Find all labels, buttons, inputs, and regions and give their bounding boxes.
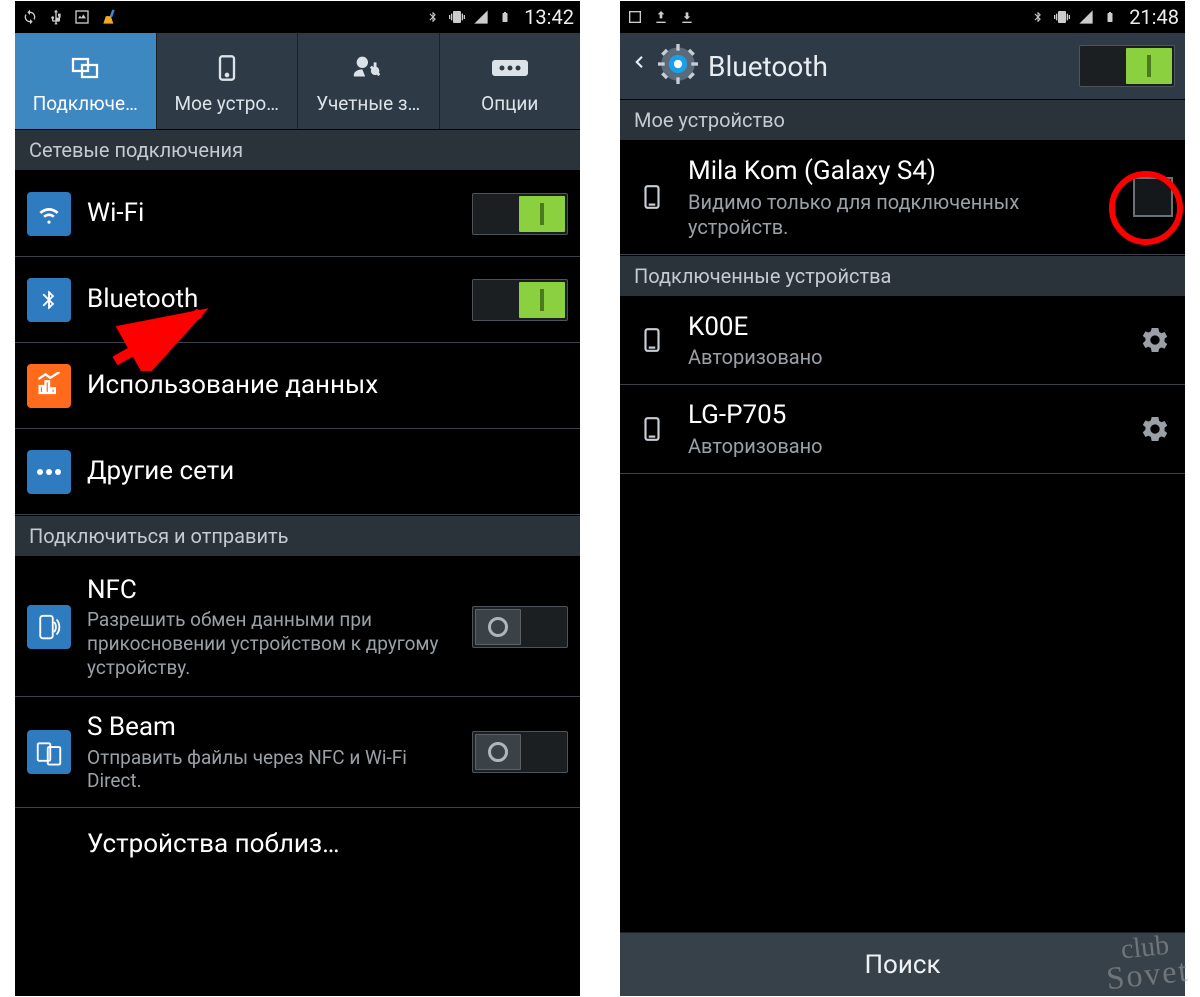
row-nfc[interactable]: NFC Разрешить обмен данными при прикосно… — [15, 557, 580, 697]
row-sbeam[interactable]: S Beam Отправить файлы через NFC и Wi-Fi… — [15, 697, 580, 808]
settings-tabs: Подключе… Мое устро… Учетные з… Опции — [15, 33, 580, 129]
bluetooth-status-icon — [424, 8, 442, 26]
download-icon — [678, 8, 696, 26]
vibrate-icon — [448, 8, 466, 26]
visibility-checkbox[interactable] — [1133, 177, 1173, 217]
back-button[interactable] — [630, 46, 648, 86]
row-title: NFC — [87, 574, 462, 607]
row-my-device[interactable]: Mila Kom (Galaxy S4) Видимо только для п… — [620, 141, 1185, 255]
data-usage-icon — [27, 364, 71, 408]
row-title: Устройства поблиз… — [87, 828, 568, 861]
paired-device-row[interactable]: K00E Авторизовано — [620, 297, 1185, 386]
status-bar: 13:42 — [15, 1, 580, 33]
sync-icon — [21, 8, 39, 26]
tab-connections[interactable]: Подключе… — [15, 33, 157, 129]
accounts-icon — [351, 48, 385, 88]
row-title: Wi-Fi — [87, 197, 462, 230]
phone-icon — [632, 318, 672, 362]
settings-gear-icon — [658, 44, 698, 88]
section-header-paired: Подключенные устройства — [620, 255, 1185, 297]
row-title: S Beam — [87, 711, 462, 744]
nfc-icon — [27, 605, 71, 649]
status-bar: 21:48 — [620, 1, 1185, 33]
row-title: Другие сети — [87, 455, 568, 488]
row-title: Использование данных — [87, 369, 568, 402]
section-header-connect-share: Подключиться и отправить — [15, 515, 580, 557]
screenshot-icon — [73, 8, 91, 26]
row-title: K00E — [688, 311, 1127, 344]
tab-accounts[interactable]: Учетные з… — [298, 33, 440, 129]
battery-icon — [496, 8, 514, 26]
upload-icon — [652, 8, 670, 26]
phone-icon — [632, 175, 672, 219]
row-wifi[interactable]: Wi-Fi — [15, 171, 580, 257]
bluetooth-master-toggle[interactable] — [1079, 45, 1175, 87]
bluetooth-toggle[interactable] — [472, 279, 568, 321]
more-networks-icon — [27, 450, 71, 494]
device-settings-button[interactable] — [1137, 411, 1173, 447]
battery-icon — [1101, 8, 1119, 26]
row-subtitle: Разрешить обмен данными при прикосновени… — [87, 608, 462, 679]
vibrate-icon — [1053, 8, 1071, 26]
row-title: Mila Kom (Galaxy S4) — [688, 155, 1123, 188]
row-nearby-devices[interactable]: Устройства поблиз… — [15, 808, 580, 880]
page-title: Bluetooth — [708, 50, 1069, 83]
row-subtitle: Авторизовано — [688, 345, 1127, 370]
row-subtitle: Отправить файлы через NFC и Wi-Fi Direct… — [87, 746, 462, 794]
sbeam-toggle[interactable] — [472, 731, 568, 773]
status-time: 21:48 — [1129, 5, 1179, 29]
row-subtitle: Видимо только для подключенных устройств… — [688, 190, 1123, 240]
cleaner-icon — [99, 6, 121, 28]
bluetooth-header: Bluetooth — [620, 33, 1185, 99]
usb-icon — [47, 8, 65, 26]
device-icon — [213, 48, 241, 88]
signal-icon — [472, 8, 490, 26]
tab-my-device[interactable]: Мое устро… — [157, 33, 299, 129]
phone-icon — [632, 407, 672, 451]
wifi-toggle[interactable] — [472, 193, 568, 235]
tab-more[interactable]: Опции — [440, 33, 581, 129]
nfc-toggle[interactable] — [472, 606, 568, 648]
bluetooth-icon — [27, 278, 71, 322]
search-button-label: Поиск — [864, 950, 940, 980]
row-subtitle: Авторизовано — [688, 434, 1127, 459]
row-bluetooth[interactable]: Bluetooth — [15, 257, 580, 343]
phone-settings-screenshot: 13:42 Подключе… Мое устро… Учетные з… — [15, 1, 580, 996]
paired-device-row[interactable]: LG-P705 Авторизовано — [620, 385, 1185, 474]
more-icon — [490, 48, 530, 88]
row-title: LG-P705 — [688, 399, 1127, 432]
row-data-usage[interactable]: Использование данных — [15, 343, 580, 429]
row-title: Bluetooth — [87, 283, 462, 316]
phone-bluetooth-screenshot: 21:48 Bluetooth Мое устройство Mila Kom … — [620, 1, 1185, 996]
notify-icon — [626, 8, 644, 26]
wifi-icon — [27, 192, 71, 236]
search-button[interactable]: Поиск — [620, 932, 1185, 996]
signal-icon — [1077, 8, 1095, 26]
device-settings-button[interactable] — [1137, 322, 1173, 358]
status-time: 13:42 — [524, 5, 574, 29]
section-header-network: Сетевые подключения — [15, 129, 580, 171]
connections-icon — [65, 48, 105, 88]
row-more-networks[interactable]: Другие сети — [15, 429, 580, 515]
sbeam-icon — [27, 730, 71, 774]
bluetooth-status-icon — [1029, 8, 1047, 26]
section-header-my-device: Мое устройство — [620, 99, 1185, 141]
